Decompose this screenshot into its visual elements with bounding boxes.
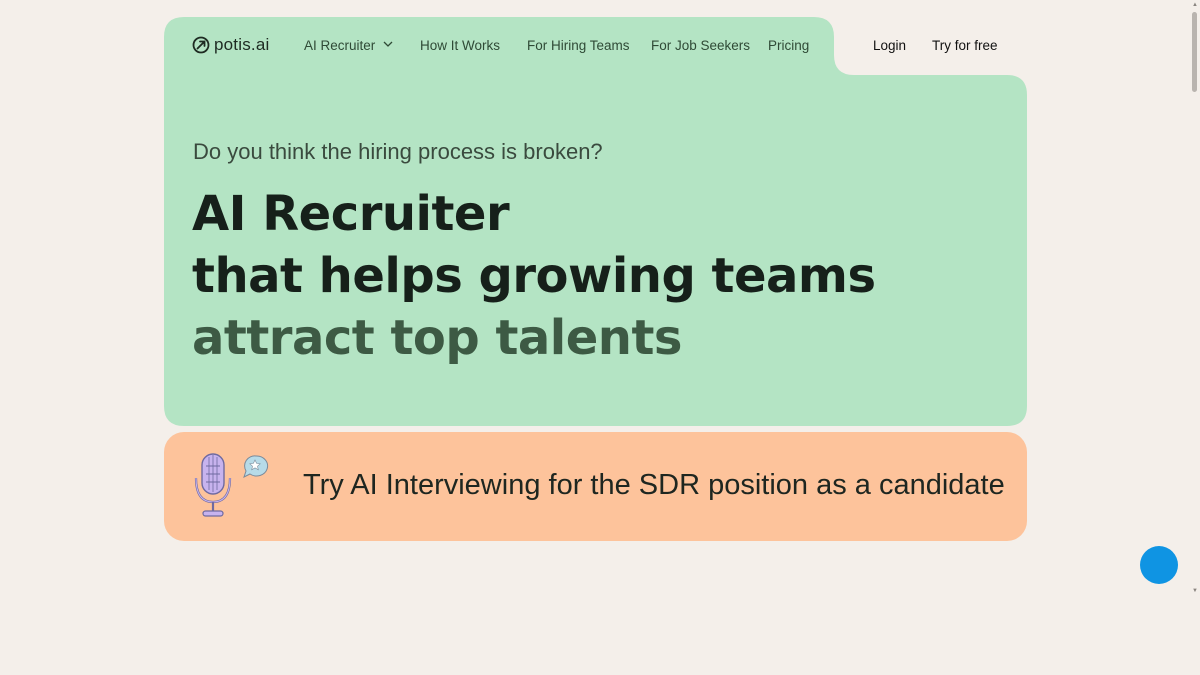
scroll-down-arrow-icon[interactable]: ▼ bbox=[1192, 588, 1198, 594]
nav-pricing[interactable]: Pricing bbox=[768, 38, 809, 53]
hero-section: potis.ai AI Recruiter How It Works For H… bbox=[164, 17, 1027, 426]
page: potis.ai AI Recruiter How It Works For H… bbox=[0, 0, 1200, 675]
hero-eyebrow: Do you think the hiring process is broke… bbox=[193, 139, 603, 164]
nav-for-hiring-teams[interactable]: For Hiring Teams bbox=[527, 38, 630, 53]
top-navigation: potis.ai AI Recruiter How It Works For H… bbox=[164, 17, 1027, 75]
page-scrollbar[interactable]: ▲ ▼ bbox=[1190, 0, 1200, 600]
nav-ai-recruiter[interactable]: AI Recruiter bbox=[304, 38, 393, 53]
scroll-up-arrow-icon[interactable]: ▲ bbox=[1192, 2, 1198, 8]
try-ai-interview-banner[interactable]: Try AI Interviewing for the SDR position… bbox=[164, 432, 1027, 541]
nav-ai-recruiter-label: AI Recruiter bbox=[304, 38, 376, 53]
headline-line-3: attract top talents bbox=[192, 310, 682, 366]
nav-for-job-seekers[interactable]: For Job Seekers bbox=[651, 38, 750, 53]
logo-text: potis.ai bbox=[214, 35, 270, 54]
hero-headline: AI Recruiter that helps growing teams at… bbox=[192, 183, 876, 369]
try-for-free-button[interactable]: Try for free bbox=[932, 38, 998, 53]
potis-logo-icon bbox=[192, 36, 210, 54]
nav-how-it-works[interactable]: How It Works bbox=[420, 38, 500, 53]
chat-launcher-button[interactable] bbox=[1140, 546, 1178, 584]
login-link[interactable]: Login bbox=[873, 38, 906, 53]
microphone-icon bbox=[194, 453, 269, 517]
headline-line-1: AI Recruiter bbox=[192, 186, 510, 242]
banner-text: Try AI Interviewing for the SDR position… bbox=[303, 469, 1005, 501]
headline-line-2: that helps growing teams bbox=[192, 248, 876, 304]
logo[interactable]: potis.ai bbox=[192, 35, 269, 55]
chevron-down-icon bbox=[383, 41, 393, 47]
scrollbar-thumb[interactable] bbox=[1192, 12, 1197, 92]
